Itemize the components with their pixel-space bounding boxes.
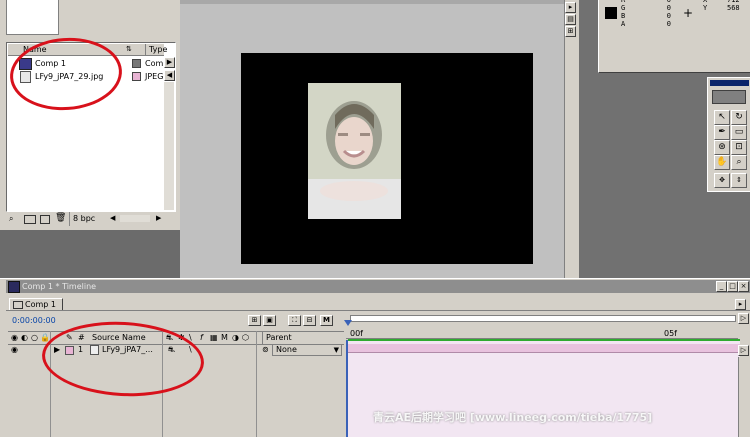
project-panel: Name ⇅ Type Comp 1 Com. LFy9_jPA7_29.jpg… <box>0 0 180 230</box>
motion-blur-button[interactable]: M <box>320 315 333 326</box>
viewer-scrollbar[interactable] <box>564 0 579 278</box>
sort-icon[interactable]: ⇅ <box>126 45 132 54</box>
y-label: Y <box>703 4 708 12</box>
project-bottom-bar: ⌕ 🗑 8 bpc ◀ ▶ <box>6 212 174 226</box>
orbit-camera-icon[interactable]: ⊛ <box>714 140 730 155</box>
bit-depth-button[interactable]: 8 bpc <box>69 212 95 226</box>
timeline-divider <box>6 310 750 311</box>
parent-header: Parent <box>262 332 292 344</box>
live-update-button[interactable]: ⛶ <box>288 315 301 326</box>
video-switch-icon[interactable]: ◉ <box>11 332 18 344</box>
mask-tool-icon[interactable]: ▭ <box>731 125 747 140</box>
adjustment-layer-icon[interactable]: ◑ <box>232 332 239 344</box>
solo-switch-icon[interactable]: ○ <box>31 332 38 344</box>
parent-value: None <box>276 345 297 354</box>
xy-values: 712 568 <box>727 0 740 12</box>
render-button[interactable]: ▣ <box>263 315 276 326</box>
tools-title-bar <box>710 80 749 86</box>
new-folder-icon[interactable] <box>24 215 36 224</box>
label-swatch <box>132 59 141 68</box>
parent-dropdown[interactable]: None ▼ <box>272 344 342 356</box>
work-area-bar[interactable] <box>350 315 736 322</box>
audio-switch-icon[interactable]: ◐ <box>21 332 28 344</box>
ruler-end-marker[interactable]: ▷ <box>738 313 749 324</box>
y-value: 568 <box>727 4 740 12</box>
composition-viewer <box>180 0 579 278</box>
selection-tool-icon[interactable]: ↖ <box>714 110 730 125</box>
close-button[interactable]: × <box>738 281 749 292</box>
time-ruler: 00f 05f <box>344 312 738 339</box>
timecode-display[interactable]: 0:00:00:00 <box>12 316 56 326</box>
3d-layer-icon[interactable]: ⬡ <box>242 332 249 344</box>
xy-labels: X Y <box>703 0 707 12</box>
viewer-top-bar <box>180 0 564 4</box>
maximize-button[interactable]: □ <box>727 281 738 292</box>
tools-header <box>712 90 746 104</box>
tools-panel: ↖ ↻ ✒ ▭ ⊛ ⊡ ✋ ⌕ ✥ ⇕ <box>707 77 750 192</box>
viewer-flowchart-icon[interactable]: ⊞ <box>565 26 576 37</box>
type-column-header[interactable]: Type <box>145 44 167 55</box>
trash-icon[interactable]: 🗑 <box>55 213 66 223</box>
scroll-right-arrow[interactable]: ▶ <box>164 57 175 68</box>
scroll-right-arrow[interactable]: ▶ <box>156 214 161 222</box>
parent-pickwhip-icon[interactable]: ⊚ <box>262 344 269 355</box>
column-separator <box>256 331 257 437</box>
scroll-left-arrow[interactable]: ◀ <box>164 70 175 81</box>
chevron-down-icon: ▼ <box>333 346 339 354</box>
rotate-tool-icon[interactable]: ↻ <box>731 110 747 125</box>
layer-end-marker[interactable]: ▷ <box>738 345 749 356</box>
timeline-title: Comp 1 * Timeline <box>22 282 97 291</box>
effect-switch-icon[interactable]: f <box>200 332 203 344</box>
project-item-type: Com. <box>145 59 166 68</box>
ae-app-icon <box>8 281 20 293</box>
camera-track-z-icon[interactable]: ⇕ <box>731 173 747 188</box>
frame-blend-icon[interactable]: ▦ <box>210 332 218 344</box>
watermark: 青云AE后期学习吧 [www.lineeg.com/tieba/1775] <box>373 411 653 424</box>
label-swatch <box>132 72 141 81</box>
timeline-tab[interactable]: Comp 1 <box>9 298 63 310</box>
b-label: B <box>621 12 626 20</box>
work-area-line <box>348 339 740 341</box>
rgba-values: 0 0 0 0 <box>661 0 671 28</box>
b-value: 0 <box>666 12 671 20</box>
current-time-indicator-icon[interactable] <box>344 320 352 326</box>
project-thumbnail <box>6 0 59 35</box>
camera-track-xy-icon[interactable]: ✥ <box>714 173 730 188</box>
timeline-title-bar: Comp 1 * Timeline _ □ × <box>6 280 750 293</box>
comp-mini-flowchart-button[interactable]: ⊞ <box>248 315 261 326</box>
minimize-button[interactable]: _ <box>716 281 727 292</box>
vertical-scrollbar[interactable] <box>164 82 174 210</box>
composition-icon <box>13 301 23 309</box>
crosshair-icon: + <box>683 6 694 20</box>
layer-bar[interactable] <box>348 344 740 353</box>
portrait-image <box>308 83 401 219</box>
color-swatch <box>605 7 617 19</box>
a-label: A <box>621 20 626 28</box>
photo-layer <box>308 83 401 219</box>
eye-icon[interactable]: ◉ <box>11 344 18 355</box>
hand-tool-icon[interactable]: ✋ <box>714 155 730 170</box>
info-panel: R G B A 0 0 0 0 + X Y 712 568 <box>598 0 750 73</box>
g-label: G <box>621 4 626 12</box>
pen-tool-icon[interactable]: ✒ <box>714 125 730 140</box>
viewer-grid-icon[interactable]: ▤ <box>565 14 576 25</box>
draft-3d-button[interactable]: ⊟ <box>303 315 316 326</box>
project-item-type: JPEG <box>145 72 164 81</box>
a-value: 0 <box>666 20 671 28</box>
g-value: 0 <box>666 4 671 12</box>
motion-blur-switch-icon[interactable]: M <box>221 332 228 344</box>
scroll-left-arrow[interactable]: ◀ <box>110 214 115 222</box>
horizontal-scrollbar[interactable] <box>120 215 150 222</box>
viewer-menu-icon[interactable]: ▸ <box>565 2 576 13</box>
timeline-menu-icon[interactable]: ▸ <box>735 299 746 310</box>
pan-behind-icon[interactable]: ⊡ <box>731 140 747 155</box>
new-composition-icon[interactable] <box>40 215 50 224</box>
rgba-labels: R G B A <box>621 0 625 28</box>
tab-label: Comp 1 <box>25 300 56 309</box>
interpret-footage-icon[interactable]: ⌕ <box>9 214 13 223</box>
timeline-right-scrollbar[interactable] <box>738 357 750 437</box>
zoom-tool-icon[interactable]: ⌕ <box>731 155 747 170</box>
